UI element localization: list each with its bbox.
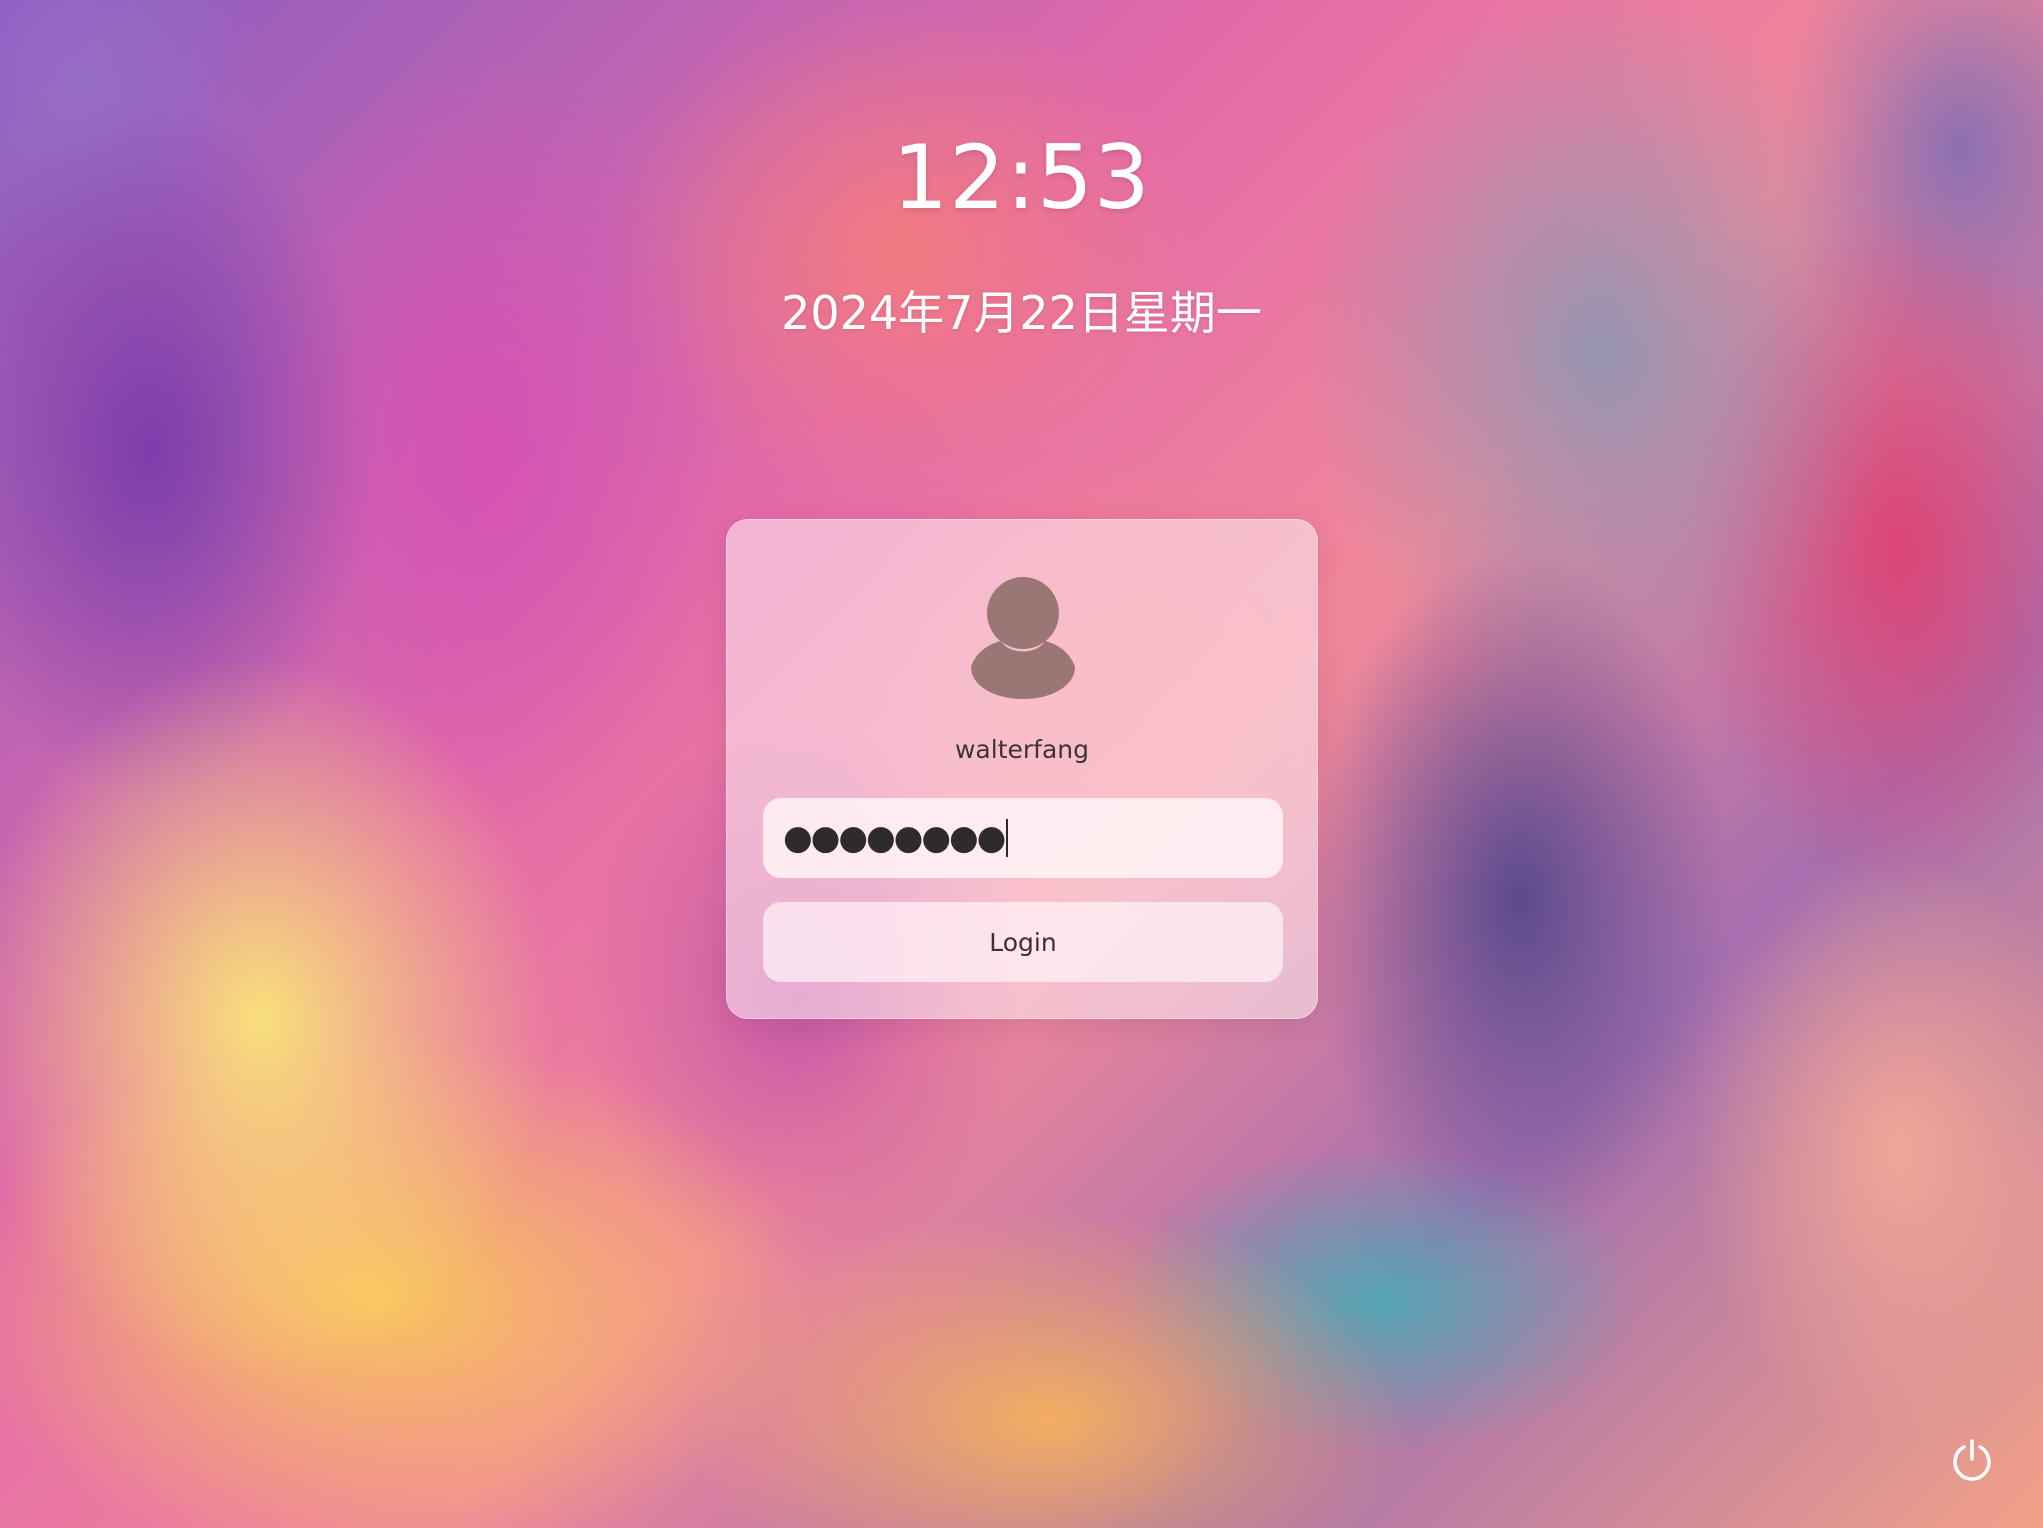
password-input[interactable]: ●●●●●●●● [763,798,1283,878]
clock-date: 2024年7月22日星期一 [781,286,1262,340]
login-card: walterfang ●●●●●●●● Login [726,519,1318,1019]
lock-screen: 12:53 2024年7月22日星期一 walterfang ●●●●●●●● … [0,0,2043,1528]
login-button[interactable]: Login [763,902,1283,982]
clock-time: 12:53 [892,126,1151,229]
text-cursor [1006,819,1009,857]
user-avatar-icon [969,575,1077,699]
power-icon[interactable] [1944,1432,2000,1488]
password-masked-value: ●●●●●●●● [783,818,1006,858]
username-label: walterfang [954,735,1089,764]
